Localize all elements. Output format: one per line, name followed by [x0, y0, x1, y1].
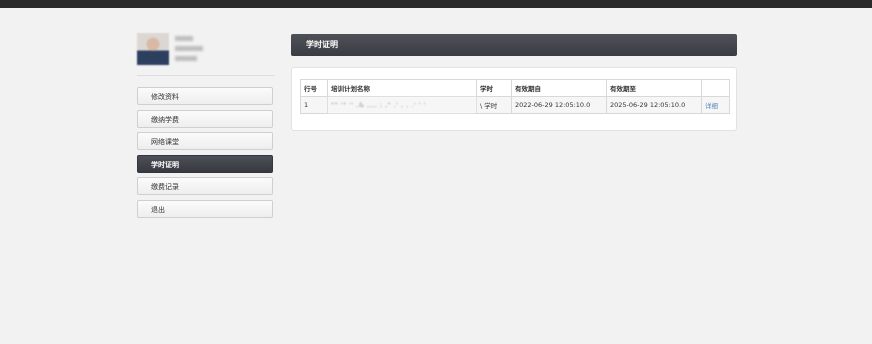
sidebar-item-payment-records[interactable]: 缴费记录 — [137, 177, 273, 195]
sidebar-divider — [137, 75, 275, 76]
records-panel: 行号 培训计划名称 学时 有效期自 有效期至 1 "" '° '' ,& ,,,… — [291, 67, 737, 131]
cell-valid-from: 2022-06-29 12:05:10.0 — [511, 96, 607, 114]
column-header-hours: 学时 — [476, 79, 512, 97]
profile-name-blurred — [175, 36, 193, 41]
profile-line-blurred — [175, 46, 203, 51]
study-hours-table: 行号 培训计划名称 学时 有效期自 有效期至 1 "" '° '' ,& ,,,… — [300, 79, 730, 114]
profile-line-blurred — [175, 56, 197, 61]
sidebar-item-online-class[interactable]: 网络课堂 — [137, 132, 273, 150]
detail-link[interactable]: 详细 — [701, 96, 730, 114]
sidebar-item-pay-tuition[interactable]: 缴纳学费 — [137, 109, 273, 128]
user-profile — [137, 33, 275, 69]
sidebar-item-study-hours-certificate[interactable]: 学时证明 — [137, 154, 273, 173]
avatar — [137, 33, 169, 65]
top-bar — [0, 0, 872, 8]
sidebar-menu: 修改资料 缴纳学费 网络课堂 学时证明 缴费记录 退出 — [137, 75, 275, 222]
table-header-row: 行号 培训计划名称 学时 有效期自 有效期至 — [300, 79, 730, 97]
table-row: 1 "" '° '' ,& ,,,, ; ," .' , , .' ' ' \ … — [300, 96, 730, 114]
cell-plan-name: "" '° '' ,& ,,,, ; ," .' , , .' ' ' — [327, 96, 477, 114]
sidebar-item-edit-profile[interactable]: 修改资料 — [137, 87, 273, 105]
column-header-action — [701, 79, 730, 97]
profile-info — [175, 36, 203, 66]
cell-valid-to: 2025-06-29 12:05:10.0 — [606, 96, 702, 114]
column-header-plan-name: 培训计划名称 — [327, 79, 477, 97]
column-header-valid-to: 有效期至 — [606, 79, 702, 97]
column-header-index: 行号 — [300, 79, 328, 97]
sidebar-item-logout[interactable]: 退出 — [137, 199, 273, 218]
cell-index: 1 — [300, 96, 328, 114]
page-title: 学时证明 — [291, 34, 737, 56]
column-header-valid-from: 有效期自 — [511, 79, 607, 97]
cell-hours: \ 学时 — [476, 96, 512, 114]
